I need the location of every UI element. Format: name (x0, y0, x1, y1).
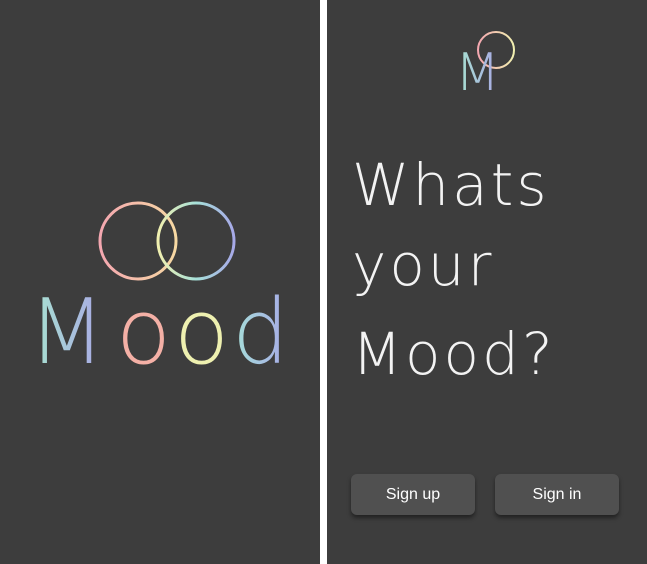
mood-mini-logo-icon: M (455, 31, 515, 94)
splash-screen: M o o d (0, 0, 320, 564)
logo-letter-o2: o (174, 283, 229, 373)
sign-in-button[interactable]: Sign in (495, 474, 619, 515)
mini-logo-letter: M (455, 43, 500, 94)
mood-wordmark: M o o d (28, 283, 289, 373)
welcome-screen: M Whats your Mood? Sign up Sign in (327, 0, 647, 564)
left-ring (98, 201, 178, 281)
headline-line-1: Whats (352, 151, 550, 219)
logo-letter-d: d (232, 283, 289, 373)
right-ring (156, 201, 236, 281)
logo-letter-o1: o (116, 283, 171, 373)
headline-line-2: your (352, 231, 495, 299)
logo-letter-m: M (28, 283, 106, 373)
headline-line-3: Mood? (352, 320, 556, 388)
sign-up-button[interactable]: Sign up (351, 474, 475, 515)
mood-logo-rings (98, 201, 236, 281)
